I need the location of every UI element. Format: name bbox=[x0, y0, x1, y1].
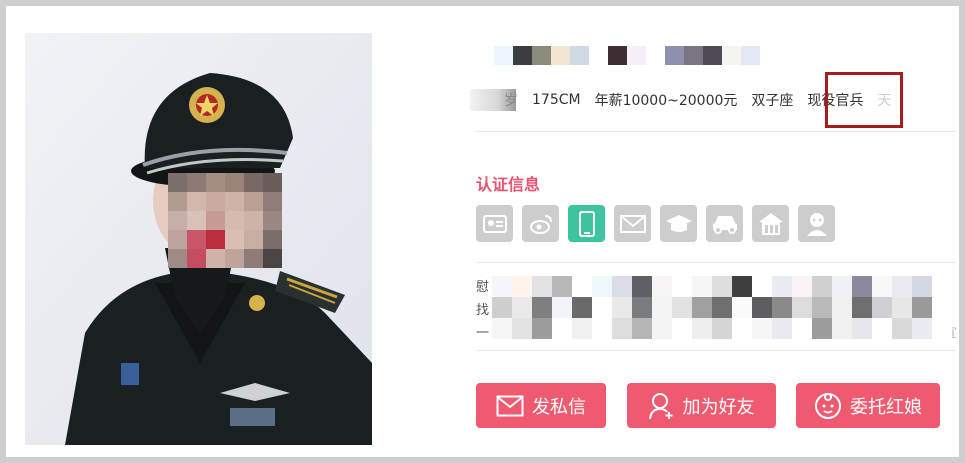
house-icon[interactable] bbox=[752, 205, 789, 242]
bio-line-start-1: 慰 bbox=[476, 280, 490, 295]
send-message-label: 发私信 bbox=[532, 396, 586, 418]
bio-mosaic bbox=[492, 276, 952, 339]
divider-middle bbox=[476, 262, 956, 263]
avatar-verify-icon[interactable] bbox=[798, 205, 835, 242]
name-mosaic bbox=[494, 46, 779, 65]
divider-bottom bbox=[476, 350, 956, 351]
profile-photo[interactable] bbox=[25, 33, 372, 445]
entrust-matchmaker-button[interactable]: 委托红娘 bbox=[796, 383, 940, 428]
occupation-highlight-box bbox=[825, 72, 903, 128]
bio-line-start-3: 一 bbox=[476, 326, 490, 341]
face-mosaic bbox=[168, 173, 282, 268]
divider-top bbox=[476, 131, 956, 132]
certification-icons bbox=[476, 205, 835, 242]
envelope-icon bbox=[496, 395, 524, 416]
height-value: 175CM bbox=[532, 92, 581, 108]
email-icon[interactable] bbox=[614, 205, 651, 242]
weibo-icon[interactable] bbox=[522, 205, 559, 242]
add-user-icon bbox=[648, 392, 672, 419]
add-friend-button[interactable]: 加为好友 bbox=[627, 383, 776, 428]
salary-value: 年薪10000~20000元 bbox=[594, 93, 738, 109]
phone-icon[interactable] bbox=[568, 205, 605, 242]
send-message-button[interactable]: 发私信 bbox=[476, 383, 606, 428]
certification-title: 认证信息 bbox=[476, 175, 541, 194]
bio-line-start-2: 找 bbox=[476, 303, 490, 318]
education-icon[interactable] bbox=[660, 205, 697, 242]
car-icon[interactable] bbox=[706, 205, 743, 242]
matchmaker-icon bbox=[815, 392, 841, 419]
zodiac-value: 双子座 bbox=[751, 93, 794, 109]
entrust-matchmaker-label: 委托红娘 bbox=[850, 396, 922, 418]
age-suffix: 岁 bbox=[504, 93, 518, 109]
add-friend-label: 加为好友 bbox=[682, 396, 755, 418]
id-card-icon[interactable] bbox=[476, 205, 513, 242]
